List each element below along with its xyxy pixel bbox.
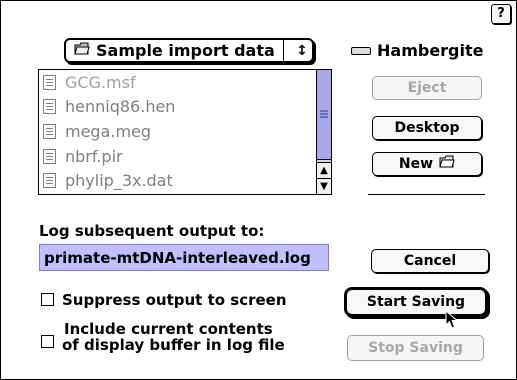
cancel-button[interactable]: Cancel — [371, 249, 489, 273]
file-name: mega.meg — [65, 121, 152, 141]
folder-icon — [74, 41, 90, 60]
file-item[interactable]: GCG.msf — [39, 70, 317, 95]
include-buffer-label-line1: Include current contents — [64, 320, 273, 338]
scroll-up-arrow-icon[interactable]: ▲ — [317, 162, 331, 178]
popup-divider — [283, 40, 284, 61]
file-item[interactable]: mega.meg — [39, 119, 317, 144]
arrow-cursor-icon — [445, 309, 459, 334]
popup-arrows-icon: ↕ — [296, 42, 308, 59]
file-name: phylip_3x.dat — [65, 171, 173, 191]
folder-popup-label: Sample import data — [96, 41, 275, 60]
scroll-thumb[interactable] — [317, 70, 331, 160]
volume-label: Hambergite — [351, 41, 484, 60]
new-button-label: New — [398, 156, 434, 172]
file-name: nbrf.pir — [65, 146, 123, 166]
log-filename-field[interactable]: primate-mtDNA-interleaved.log — [39, 244, 329, 271]
folder-popup[interactable]: Sample import data ↕ — [64, 38, 314, 63]
include-buffer-label-line2: of display buffer in log file — [62, 336, 285, 354]
eject-button[interactable]: Eject — [372, 76, 482, 100]
desktop-button[interactable]: Desktop — [372, 116, 482, 140]
suppress-output-label: Suppress output to screen — [62, 291, 287, 309]
file-list-scrollbar[interactable]: ▲ ▼ — [316, 70, 331, 194]
new-folder-button[interactable]: New — [372, 152, 482, 176]
document-icon — [43, 123, 56, 139]
include-buffer-label: Include current contents of display buff… — [62, 320, 285, 354]
include-buffer-checkbox[interactable] — [41, 335, 54, 348]
file-name: henniq86.hen — [65, 97, 176, 117]
log-label: Log subsequent output to: — [39, 222, 265, 240]
help-button[interactable]: ? — [491, 4, 511, 24]
scroll-down-arrow-icon[interactable]: ▼ — [317, 178, 331, 194]
file-item[interactable]: nbrf.pir — [39, 144, 317, 169]
drive-icon — [351, 46, 371, 55]
file-list[interactable]: GCG.msf henniq86.hen mega.meg nbrf.pir p… — [38, 69, 332, 195]
file-item[interactable]: henniq86.hen — [39, 95, 317, 120]
document-icon — [43, 99, 56, 115]
suppress-output-checkbox[interactable] — [41, 293, 54, 306]
document-icon — [43, 148, 56, 164]
file-item[interactable]: phylip_3x.dat — [39, 168, 317, 193]
log-output-dialog: ? Sample import data ↕ Hambergite GCG.ms… — [0, 0, 517, 380]
stop-saving-button[interactable]: Stop Saving — [347, 335, 484, 361]
new-folder-icon — [439, 155, 455, 173]
volume-name: Hambergite — [377, 41, 484, 60]
button-divider — [368, 194, 485, 195]
document-icon — [43, 74, 56, 90]
document-icon — [43, 173, 56, 189]
start-saving-button[interactable]: Start Saving — [344, 287, 488, 317]
file-name: GCG.msf — [65, 72, 136, 92]
grip-icon — [320, 110, 328, 118]
